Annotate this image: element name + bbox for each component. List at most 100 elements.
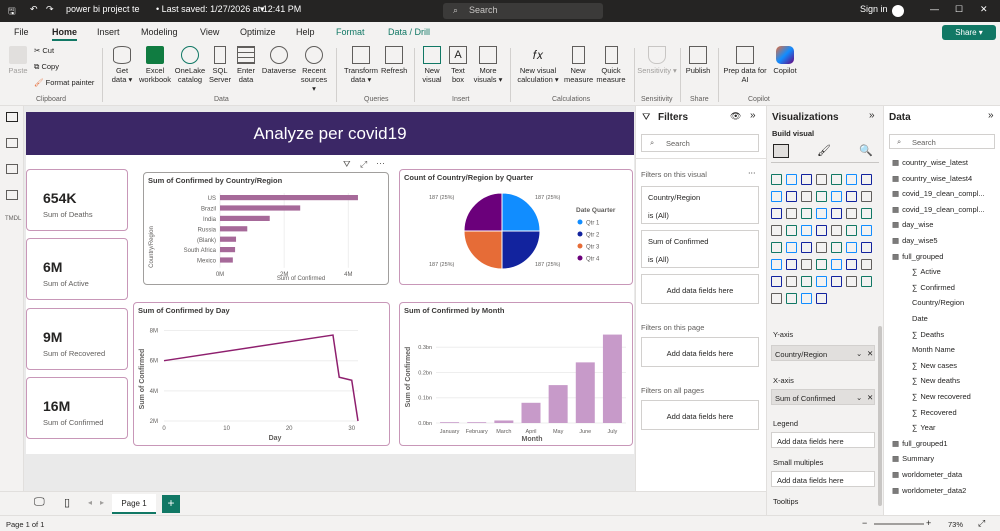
- desktop-layout-icon[interactable]: 🖵: [34, 496, 45, 509]
- visual-type-icon[interactable]: [846, 276, 857, 287]
- visual-type-icon[interactable]: [786, 225, 797, 236]
- add-visual-filter-well[interactable]: Add data fields here: [641, 274, 759, 304]
- tmdl-view-icon[interactable]: TMDL: [5, 216, 21, 222]
- visual-type-icon[interactable]: [861, 225, 872, 236]
- visual-type-icon[interactable]: [801, 242, 812, 253]
- visual-type-icon[interactable]: [861, 208, 872, 219]
- filter-icon[interactable]: ⛛: [343, 159, 351, 170]
- add-page-button[interactable]: +: [162, 495, 180, 513]
- table-item[interactable]: ▦ country_wise_latest: [892, 158, 968, 167]
- visual-type-icon[interactable]: [831, 191, 842, 202]
- enter-data-button[interactable]: Enter data: [234, 46, 258, 84]
- publish-button[interactable]: Publish: [684, 46, 712, 75]
- menu-optimize[interactable]: Optimize: [240, 27, 276, 37]
- new-visual-button[interactable]: New visual: [419, 46, 445, 84]
- field-item[interactable]: Date: [912, 314, 928, 323]
- report-view-icon[interactable]: [6, 112, 18, 122]
- field-item[interactable]: ∑ Deaths: [912, 330, 944, 339]
- visual-type-icon[interactable]: [846, 242, 857, 253]
- menu-data-drill[interactable]: Data / Drill: [388, 27, 430, 37]
- visual-type-icon[interactable]: [831, 259, 842, 270]
- visual-type-icon[interactable]: [771, 225, 782, 236]
- visual-type-icon[interactable]: [801, 293, 812, 304]
- dax-view-icon[interactable]: [6, 190, 18, 200]
- build-visual-icon[interactable]: [773, 144, 789, 158]
- format-painter-button[interactable]: 🖌 Format painter: [34, 78, 94, 87]
- visual-type-icon[interactable]: [771, 242, 782, 253]
- menu-file[interactable]: File: [14, 27, 29, 37]
- chevron-down-icon[interactable]: ⌄: [856, 349, 862, 358]
- file-title[interactable]: power bi project te: [66, 4, 140, 14]
- eye-icon[interactable]: 👁: [730, 111, 741, 122]
- bar-chart-visual[interactable]: Sum of Confirmed by Country/Region Count…: [143, 158, 389, 285]
- zoom-in-icon[interactable]: +: [926, 518, 931, 528]
- card-deaths[interactable]: 654K Sum of Deaths: [26, 169, 128, 231]
- more-options-icon[interactable]: ⋯: [748, 168, 756, 177]
- recent-sources-button[interactable]: Recent sources ▾: [299, 46, 329, 93]
- menu-insert[interactable]: Insert: [97, 27, 120, 37]
- menu-view[interactable]: View: [200, 27, 219, 37]
- table-item[interactable]: ▦ covid_19_clean_compl...: [892, 189, 985, 198]
- table-item[interactable]: ▦ full_grouped1: [892, 439, 948, 448]
- visual-type-icon[interactable]: [801, 174, 812, 185]
- menu-modeling[interactable]: Modeling: [141, 27, 178, 37]
- visual-type-icon[interactable]: [831, 225, 842, 236]
- visual-type-icon[interactable]: [771, 293, 782, 304]
- excel-button[interactable]: Excel workbook: [137, 46, 173, 84]
- filter-card-confirmed[interactable]: Sum of Confirmed is (All): [641, 230, 759, 268]
- zoom-slider[interactable]: [874, 523, 924, 525]
- focus-mode-icon[interactable]: ⤢: [360, 159, 367, 170]
- format-visual-icon[interactable]: 🖌: [817, 144, 831, 157]
- visual-type-icon[interactable]: [801, 259, 812, 270]
- visual-type-icon[interactable]: [816, 191, 827, 202]
- visual-type-icon[interactable]: [816, 208, 827, 219]
- table-item[interactable]: ▦ day_wise: [892, 220, 933, 229]
- field-item[interactable]: ∑ New recovered: [912, 392, 971, 401]
- text-box-button[interactable]: A Text box: [447, 46, 469, 84]
- visual-type-icon[interactable]: [801, 225, 812, 236]
- paste-button[interactable]: Paste: [6, 46, 30, 75]
- visual-type-icon[interactable]: [771, 208, 782, 219]
- field-item[interactable]: ∑ Confirmed: [912, 283, 955, 292]
- chevron-right-icon[interactable]: ▸: [100, 498, 104, 507]
- visual-type-icon[interactable]: [786, 276, 797, 287]
- share-button[interactable]: Share ▾: [942, 25, 996, 40]
- visual-type-icon[interactable]: [816, 293, 827, 304]
- visual-type-icon[interactable]: [861, 242, 872, 253]
- filters-search-input[interactable]: ⌕ Search: [641, 134, 759, 152]
- search-input[interactable]: ⌕ Search: [443, 3, 603, 19]
- line-chart-visual[interactable]: Sum of Confirmed by Day Sum of Confirmed…: [133, 302, 390, 446]
- menu-home[interactable]: Home: [52, 27, 78, 41]
- visual-type-icon[interactable]: [816, 276, 827, 287]
- visual-type-icon[interactable]: [801, 191, 812, 202]
- field-item[interactable]: ∑ New cases: [912, 361, 957, 370]
- visual-type-icon[interactable]: [801, 276, 812, 287]
- visual-type-icon[interactable]: [786, 293, 797, 304]
- visual-type-icon[interactable]: [846, 259, 857, 270]
- visual-type-icon[interactable]: [846, 191, 857, 202]
- visual-type-icon[interactable]: [801, 208, 812, 219]
- visual-type-icon[interactable]: [786, 191, 797, 202]
- cut-button[interactable]: ✂ Cut: [34, 46, 54, 55]
- redo-icon[interactable]: ↷: [46, 4, 54, 15]
- new-measure-button[interactable]: New measure: [564, 46, 593, 84]
- field-item[interactable]: ∑ Year: [912, 423, 936, 432]
- chevron-down-icon[interactable]: ▾: [260, 4, 265, 15]
- visual-type-icon[interactable]: [771, 259, 782, 270]
- card-confirmed[interactable]: 16M Sum of Confirmed: [26, 377, 128, 439]
- visual-type-icon[interactable]: [816, 225, 827, 236]
- card-active[interactable]: 6M Sum of Active: [26, 238, 128, 300]
- analytics-icon[interactable]: 🔍: [859, 144, 873, 157]
- field-item[interactable]: Month Name: [912, 345, 955, 354]
- refresh-button[interactable]: Refresh: [381, 46, 407, 75]
- copy-button[interactable]: ⧉ Copy: [34, 62, 59, 71]
- visual-type-icon[interactable]: [816, 259, 827, 270]
- legend-well[interactable]: Add data fields here: [771, 432, 875, 448]
- onelake-button[interactable]: OneLake catalog: [173, 46, 207, 84]
- field-item[interactable]: Country/Region: [912, 298, 964, 307]
- visual-type-icon[interactable]: [816, 174, 827, 185]
- table-item[interactable]: ▦ worldometer_data: [892, 470, 962, 479]
- scrollbar[interactable]: [878, 326, 882, 506]
- sensitivity-button[interactable]: Sensitivity ▾: [637, 46, 677, 75]
- fit-to-page-icon[interactable]: ⤢: [978, 518, 985, 529]
